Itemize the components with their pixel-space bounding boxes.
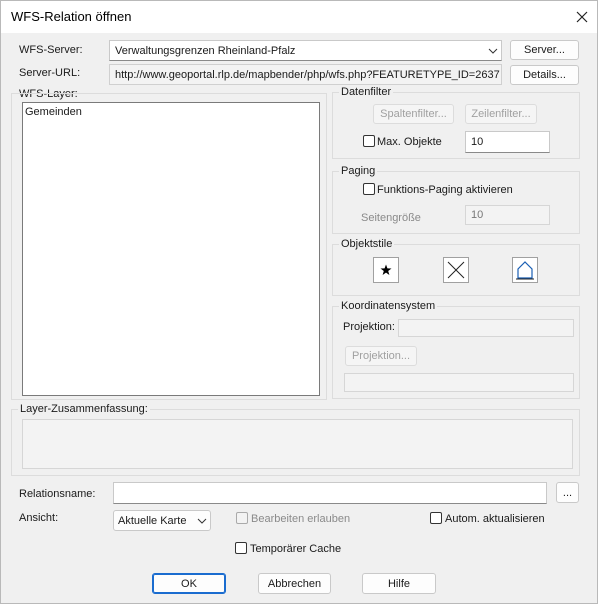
- temp-cache-label: Temporärer Cache: [250, 543, 342, 555]
- point-style-button[interactable]: [373, 257, 399, 283]
- chevron-down-icon: [488, 48, 498, 54]
- koordinaten-label: Koordinatensystem: [339, 300, 438, 312]
- auto-update-label: Autom. aktualisieren: [445, 513, 545, 525]
- summary-label: Layer-Zusammenfassung:: [18, 403, 150, 415]
- summary-area: [22, 419, 573, 469]
- max-objects-value: 10: [471, 136, 484, 148]
- zeilenfilter-button[interactable]: Zeilenfilter...: [465, 104, 537, 124]
- objektstile-label: Objektstile: [339, 238, 395, 250]
- relation-browse-button[interactable]: ...: [556, 482, 579, 503]
- paging-checkbox-label: Funktions-Paging aktivieren: [377, 184, 513, 196]
- details-button[interactable]: Details...: [510, 65, 579, 85]
- paging-checkbox[interactable]: [363, 183, 375, 195]
- line-style-button[interactable]: [443, 257, 469, 283]
- polygon-style-button[interactable]: [512, 257, 538, 283]
- help-button[interactable]: Hilfe: [362, 573, 436, 594]
- paging-label: Paging: [339, 165, 378, 177]
- url-value: http://www.geoportal.rlp.de/mapbender/ph…: [115, 68, 500, 81]
- edit-allowed-checkbox[interactable]: [236, 512, 248, 524]
- projektion-field: [398, 319, 574, 337]
- close-icon: [576, 11, 588, 23]
- chevron-down-icon: [197, 518, 207, 524]
- layer-list[interactable]: Gemeinden: [22, 102, 320, 396]
- line-cross-icon: [447, 261, 465, 279]
- ansicht-select[interactable]: Aktuelle Karte: [113, 510, 211, 531]
- title-bar: WFS-Relation öffnen: [1, 1, 597, 33]
- dialog: WFS-Relation öffnen WFS-Server: Verwaltu…: [0, 0, 598, 604]
- window-title: WFS-Relation öffnen: [11, 9, 132, 24]
- ansicht-label: Ansicht:: [19, 512, 59, 524]
- polygon-icon: [516, 261, 534, 280]
- max-objects-input[interactable]: 10: [465, 131, 550, 153]
- url-label: Server-URL:: [19, 67, 81, 79]
- relation-name-label: Relationsname:: [19, 488, 96, 500]
- projektion-button[interactable]: Projektion...: [345, 346, 417, 366]
- cancel-button[interactable]: Abbrechen: [258, 573, 331, 594]
- temp-cache-checkbox[interactable]: [235, 542, 247, 554]
- close-button[interactable]: [569, 5, 595, 29]
- page-size-input[interactable]: 10: [465, 205, 550, 225]
- list-item[interactable]: Gemeinden: [23, 103, 319, 121]
- url-field: http://www.geoportal.rlp.de/mapbender/ph…: [109, 64, 502, 85]
- star-icon: [380, 264, 392, 275]
- relation-name-input[interactable]: [113, 482, 547, 504]
- ansicht-value: Aktuelle Karte: [118, 514, 187, 527]
- max-objects-label: Max. Objekte: [377, 136, 442, 148]
- spaltenfilter-button[interactable]: Spaltenfilter...: [373, 104, 454, 124]
- edit-allowed-label: Bearbeiten erlauben: [251, 513, 351, 525]
- datenfilter-label: Datenfilter: [339, 86, 394, 98]
- server-select[interactable]: Verwaltungsgrenzen Rheinland-Pfalz: [109, 40, 502, 61]
- page-size-value: 10: [471, 209, 484, 221]
- projektion-detail-field: [344, 373, 574, 392]
- page-size-label: Seitengröße: [361, 212, 421, 224]
- server-value: Verwaltungsgrenzen Rheinland-Pfalz: [115, 44, 296, 57]
- auto-update-checkbox[interactable]: [430, 512, 442, 524]
- server-label: WFS-Server:: [19, 44, 83, 56]
- server-button[interactable]: Server...: [510, 40, 579, 60]
- max-objects-checkbox[interactable]: [363, 135, 375, 147]
- projektion-label: Projektion:: [343, 321, 395, 333]
- ok-button[interactable]: OK: [152, 573, 226, 594]
